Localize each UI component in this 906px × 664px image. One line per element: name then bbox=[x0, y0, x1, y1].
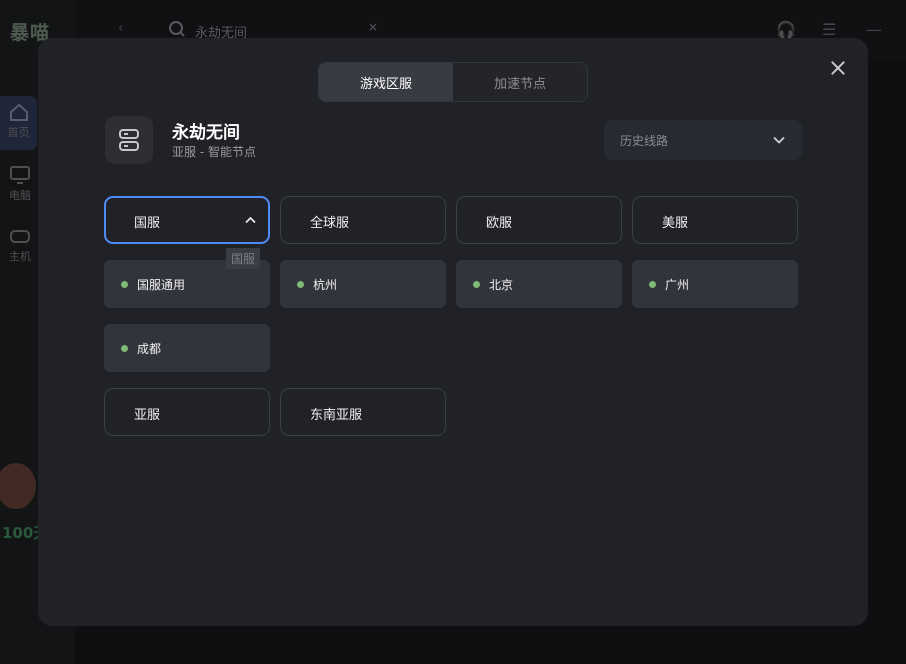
region-option-cn[interactable]: 国服 bbox=[104, 196, 270, 244]
close-icon[interactable] bbox=[828, 58, 848, 78]
region-label: 美服 bbox=[662, 216, 689, 231]
node-option[interactable]: 北京 bbox=[456, 260, 622, 308]
region-option-global[interactable]: 全球服 bbox=[280, 196, 446, 244]
chevron-down-icon bbox=[773, 136, 785, 144]
region-label: 东南亚服 bbox=[310, 408, 363, 423]
node-label: 成都 bbox=[137, 342, 162, 356]
node-option[interactable]: 广州 bbox=[632, 260, 798, 308]
node-label: 北京 bbox=[489, 278, 514, 292]
region-label: 国服 bbox=[134, 216, 161, 231]
region-label: 全球服 bbox=[310, 216, 350, 231]
game-subtitle: 亚服 - 智能节点 bbox=[172, 145, 256, 159]
region-option-asia[interactable]: 亚服 bbox=[104, 388, 270, 436]
node-label: 杭州 bbox=[313, 278, 338, 292]
chevron-up-icon bbox=[245, 216, 256, 224]
dialog-tabs: 游戏区服 加速节点 bbox=[318, 62, 588, 102]
server-icon bbox=[119, 129, 139, 151]
node-option[interactable]: 成都 bbox=[104, 324, 270, 372]
history-route-dropdown[interactable]: 历史线路 bbox=[604, 120, 802, 160]
tab-game-region[interactable]: 游戏区服 bbox=[319, 63, 453, 101]
node-label: 国服通用 bbox=[137, 278, 186, 292]
region-option-us[interactable]: 美服 bbox=[632, 196, 798, 244]
region-label: 欧服 bbox=[486, 216, 513, 231]
game-title: 永劫无间 bbox=[172, 123, 240, 143]
region-option-eu[interactable]: 欧服 bbox=[456, 196, 622, 244]
node-option[interactable]: 杭州 bbox=[280, 260, 446, 308]
status-dot bbox=[649, 281, 656, 288]
status-dot bbox=[121, 345, 128, 352]
tab-accel-node[interactable]: 加速节点 bbox=[453, 63, 587, 101]
history-route-label: 历史线路 bbox=[620, 134, 669, 148]
status-dot bbox=[473, 281, 480, 288]
node-label: 广州 bbox=[665, 278, 690, 292]
server-select-dialog: 游戏区服 加速节点 永劫无间 亚服 - 智能节点 历史线路 国服 全球服 欧服 … bbox=[38, 38, 868, 626]
region-label: 亚服 bbox=[134, 408, 161, 423]
status-dot bbox=[121, 281, 128, 288]
game-icon-box bbox=[105, 116, 153, 164]
status-dot bbox=[297, 281, 304, 288]
region-option-sea[interactable]: 东南亚服 bbox=[280, 388, 446, 436]
tooltip: 国服 bbox=[226, 248, 261, 269]
